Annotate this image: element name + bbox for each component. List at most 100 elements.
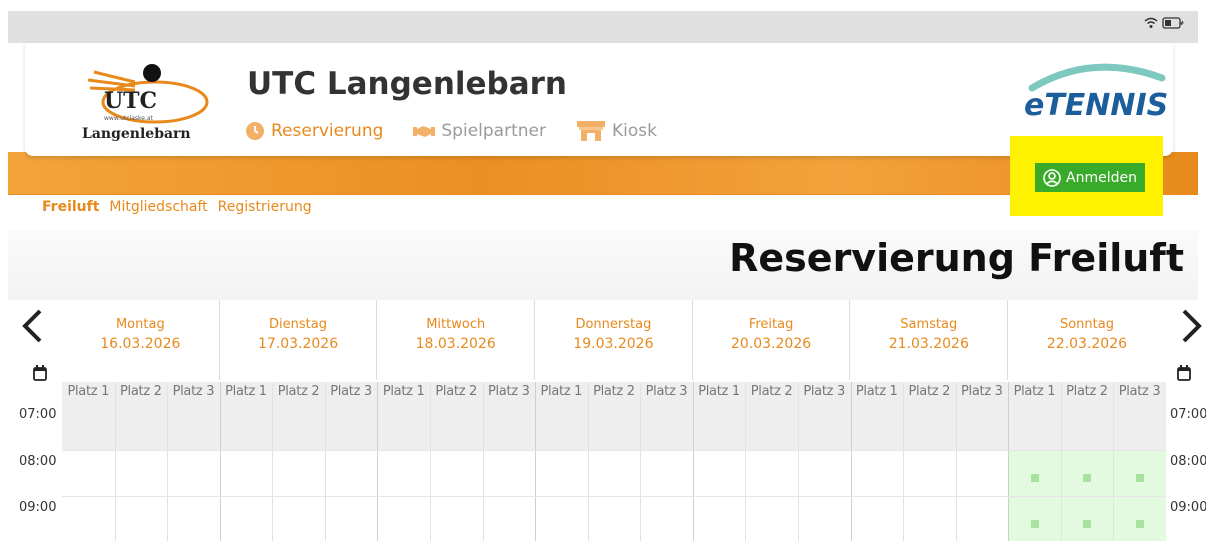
court-header: Platz 3 [172,384,215,399]
time-label: 07:00 [19,407,57,422]
grid-column-line [692,382,694,541]
day-header[interactable]: Samstag 21.03.2026 [850,300,1009,380]
court-header: Platz 1 [67,384,110,399]
day-headers: Montag 16.03.2026 Dienstag 17.03.2026 Mitt… [62,300,1166,380]
day-name: Freitag [748,317,794,332]
grid-column-line [377,382,379,541]
clock-icon [246,122,264,140]
chevron-left-icon [22,309,42,343]
kiosk-icon [576,121,605,141]
court-header: Platz 3 [1118,384,1161,399]
nav-reservierung-label: Reservierung [271,121,384,141]
day-header[interactable]: Sonntag 22.03.2026 [1008,300,1166,380]
free-slot-marker[interactable] [1135,474,1144,482]
free-slot-marker[interactable] [1135,520,1144,528]
court-header: Platz 3 [330,384,372,399]
time-label: 08:00 [1170,454,1206,469]
login-button[interactable]: Anmelden [1035,163,1145,192]
grid-column-line [272,382,274,541]
status-icons [1144,17,1184,29]
grid-column-line [114,382,116,541]
court-header: Platz 1 [855,384,898,399]
day-date: 18.03.2026 [415,336,496,352]
time-label: 09:00 [19,500,57,515]
time-label: 08:00 [19,454,57,469]
handshake-icon [413,126,436,137]
court-header: Platz 1 [1013,384,1056,399]
subnav-mitgliedschaft[interactable]: Mitgliedschaft [109,199,207,215]
status-bar [0,0,1206,43]
subnav-freiluft[interactable]: Freiluft [42,199,99,215]
battery-icon [1162,17,1184,29]
time-label: 07:00 [1170,407,1206,422]
grid-column-line [167,382,169,541]
grid-column-line [219,382,221,541]
status-bar-background [8,11,1198,43]
nav-spielpartner-label: Spielpartner [441,121,546,141]
day-header[interactable]: Dienstag 17.03.2026 [220,300,378,380]
nav-reservierung[interactable]: Reservierung [245,120,383,142]
day-header[interactable]: Freitag 20.03.2026 [693,300,851,380]
free-slot-marker[interactable] [1030,520,1039,528]
court-header: Platz 2 [750,384,793,399]
grid-column-line [587,382,589,541]
calendar-picker-right[interactable] [1177,365,1191,385]
court-header: Platz 1 [225,384,267,399]
grid-column-line [1008,382,1010,541]
wifi-icon [1144,17,1158,28]
grid-column-line [482,382,484,541]
court-header: Platz 2 [908,384,951,399]
day-date: 21.03.2026 [888,336,969,352]
sub-nav: Freiluft Mitgliedschaft Registrierung [42,199,312,215]
court-headers: Platz 1 Platz 2 Platz 3 Platz 1 Platz 2 Platz… [62,382,1166,404]
user-circle-icon [1043,168,1061,187]
day-date: 16.03.2026 [100,336,181,352]
main-nav: Reservierung Spielpartner Kiosk [245,120,657,142]
calendar-picker-left[interactable] [33,365,47,385]
day-name: Samstag [900,317,958,332]
grid-column-line [1113,382,1115,541]
grid-column-line [535,382,537,541]
court-header: Platz 3 [487,384,530,399]
free-slot-marker[interactable] [1083,520,1092,528]
day-name: Montag [115,317,165,332]
club-logo[interactable]: UTC www.utclaske.at Langenlebarn [80,60,210,155]
logo-town-text: Langenlebarn [82,126,191,142]
next-week-button[interactable] [1180,308,1204,351]
etennis-logo[interactable]: eTENNIS [1022,58,1168,128]
grid-column-line [745,382,747,541]
grid-row-line [62,496,1166,497]
day-header[interactable]: Mittwoch 18.03.2026 [377,300,536,380]
grid-column-line [903,382,905,541]
day-date: 17.03.2026 [257,336,339,352]
grid-column-line [798,382,799,541]
nav-spielpartner[interactable]: Spielpartner [413,120,546,142]
nav-kiosk[interactable]: Kiosk [576,120,657,142]
day-header[interactable]: Montag 16.03.2026 [62,300,220,380]
site-title: UTC Langenlebarn [247,66,568,102]
prev-week-button[interactable] [20,308,44,351]
club-logo-graphic: UTC www.utclaske.at Langenlebarn [82,64,209,142]
grid-column-line [640,382,642,541]
slot-grid [62,382,1166,541]
grid-row-line [62,450,1166,451]
court-header: Platz 2 [1066,384,1108,399]
day-date: 20.03.2026 [731,336,812,352]
time-label: 09:00 [1170,500,1206,515]
chevron-right-icon [1182,309,1202,343]
free-slot-marker[interactable] [1030,474,1039,482]
grid-column-line [850,382,852,541]
court-header: Platz 1 [382,384,425,399]
nav-kiosk-label: Kiosk [611,121,657,141]
day-date: 22.03.2026 [1046,336,1128,352]
grid-column-line [430,382,431,541]
free-slot-marker[interactable] [1083,474,1092,482]
court-header: Platz 2 [120,384,162,399]
page-title: Reservierung Freiluft [729,236,1184,280]
court-header: Platz 2 [277,384,320,399]
court-header: Platz 3 [961,384,1003,399]
court-header: Platz 2 [435,384,478,399]
subnav-registrierung[interactable]: Registrierung [218,199,312,215]
day-name: Mittwoch [426,317,486,332]
day-header[interactable]: Donnerstag 19.03.2026 [535,300,693,380]
